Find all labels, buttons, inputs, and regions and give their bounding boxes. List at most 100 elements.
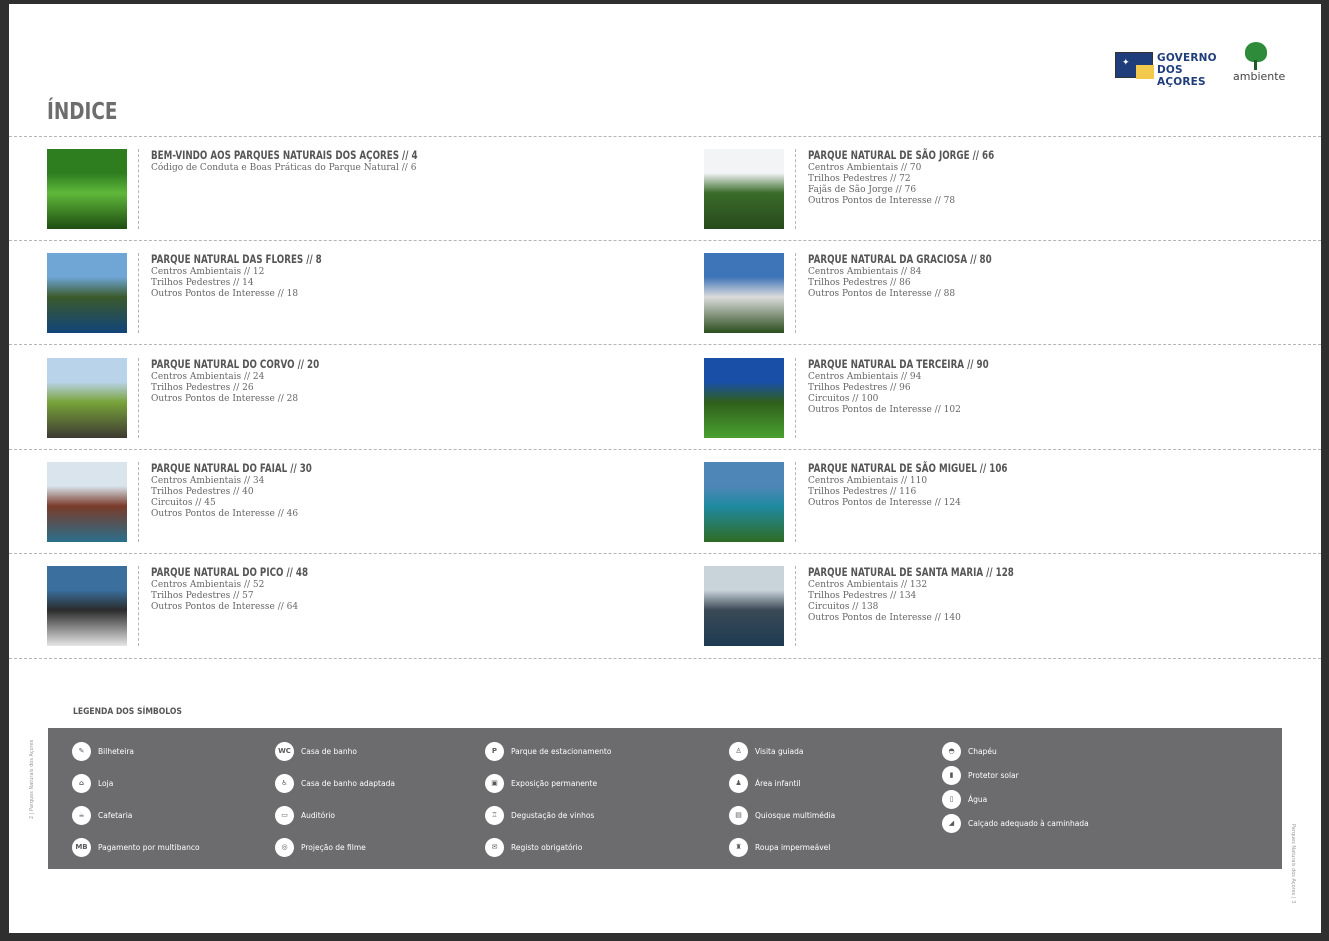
entry-heading[interactable]: PARQUE NATURAL DO CORVO // 20 [151,358,319,372]
index-entry[interactable]: PARQUE NATURAL DE SÃO MIGUEL // 106 Centr… [704,462,1304,542]
entry-heading[interactable]: PARQUE NATURAL DE SÃO MIGUEL // 106 [808,462,1007,476]
entry-heading[interactable]: PARQUE NATURAL DAS FLORES // 8 [151,253,322,267]
basket-icon: ⌂ [72,774,91,793]
hiking-shoe-icon: ◢ [942,814,961,833]
vertical-divider [138,358,139,438]
entry-subitem[interactable]: Centros Ambientais // 34 [151,476,363,487]
entry-heading[interactable]: BEM-VINDO AOS PARQUES NATURAIS DOS AÇORE… [151,149,418,163]
entry-subitem[interactable]: Trilhos Pedestres // 134 [808,591,1079,602]
ticket-icon: ✎ [72,742,91,761]
entry-thumbnail [47,566,127,646]
dashed-divider [9,136,1321,137]
entry-subitem[interactable]: Trilhos Pedestres // 86 [808,278,1050,289]
legend-label: Registo obrigatório [511,843,583,852]
entry-subitem[interactable]: Outros Pontos de Interesse // 88 [808,289,1050,300]
azores-flag-icon: ✦ [1115,52,1154,79]
entry-subitem[interactable]: Trilhos Pedestres // 40 [151,487,363,498]
entry-subitem[interactable]: Outros Pontos de Interesse // 28 [151,394,372,405]
index-entry[interactable]: PARQUE NATURAL DA TERCEIRA // 90 Centros … [704,358,1304,438]
entry-subitem[interactable]: Centros Ambientais // 52 [151,580,358,591]
legend-label: Loja [98,779,114,788]
wc-icon: WC [275,742,294,761]
index-entry[interactable]: PARQUE NATURAL DE SÃO JORGE // 66 Centros… [704,149,1304,229]
index-entry[interactable]: BEM-VINDO AOS PARQUES NATURAIS DOS AÇORE… [47,149,647,229]
entry-thumbnail [704,566,784,646]
entry-subitem[interactable]: Outros Pontos de Interesse // 140 [808,613,1079,624]
legend-label: Pagamento por multibanco [98,843,200,852]
entry-heading[interactable]: PARQUE NATURAL DO PICO // 48 [151,566,308,580]
index-entry[interactable]: PARQUE NATURAL DO CORVO // 20 Centros Amb… [47,358,647,438]
legend-label: Casa de banho adaptada [301,779,395,788]
entry-subitem[interactable]: Circuitos // 100 [808,394,1046,405]
parking-icon: P [485,742,504,761]
entry-heading[interactable]: PARQUE NATURAL DA TERCEIRA // 90 [808,358,989,372]
water-bottle-icon: ▯ [942,790,961,809]
entry-subitem[interactable]: Outros Pontos de Interesse // 64 [151,602,358,613]
entry-subitem[interactable]: Outros Pontos de Interesse // 46 [151,509,363,520]
entry-subitem[interactable]: Centros Ambientais // 110 [808,476,1070,487]
entry-subitem[interactable]: Centros Ambientais // 94 [808,372,1046,383]
legend-label: Auditório [301,811,336,820]
vertical-divider [795,462,796,542]
entry-heading[interactable]: PARQUE NATURAL DA GRACIOSA // 80 [808,253,992,267]
legend-label: Cafetaria [98,811,133,820]
gov-logo-line1: GOVERNO [1157,52,1217,64]
index-entry[interactable]: PARQUE NATURAL DO FAIAL // 30 Centros Amb… [47,462,647,542]
index-page: ✦ GOVERNO DOS AÇORES ambiente ÍNDICE BEM… [9,4,1321,933]
entry-subitem[interactable]: Outros Pontos de Interesse // 78 [808,196,1053,207]
entry-subitem[interactable]: Centros Ambientais // 132 [808,580,1079,591]
entry-subitem[interactable]: Circuitos // 138 [808,602,1079,613]
entry-subitem[interactable]: Outros Pontos de Interesse // 18 [151,289,376,300]
vertical-divider [138,253,139,333]
entry-subitem[interactable]: Trilhos Pedestres // 57 [151,591,358,602]
entry-heading[interactable]: PARQUE NATURAL DE SÃO JORGE // 66 [808,149,994,163]
entry-subitem[interactable]: Trilhos Pedestres // 96 [808,383,1046,394]
exhibition-icon: ▣ [485,774,504,793]
entry-subitem[interactable]: Trilhos Pedestres // 72 [808,174,1053,185]
index-entry[interactable]: PARQUE NATURAL DA GRACIOSA // 80 Centros … [704,253,1304,333]
wc-accessible-icon: ♿ [275,774,294,793]
dashed-divider [9,240,1321,241]
entry-subitem[interactable]: Centros Ambientais // 84 [808,267,1050,278]
index-entry[interactable]: PARQUE NATURAL DO PICO // 48 Centros Ambi… [47,566,647,646]
entry-thumbnail [47,149,127,229]
entry-subitem[interactable]: Centros Ambientais // 70 [808,163,1053,174]
auditorium-icon: ▭ [275,806,294,825]
kids-area-icon: ♟ [729,774,748,793]
entry-subitem[interactable]: Centros Ambientais // 12 [151,267,376,278]
governo-acores-logo: ✦ GOVERNO DOS AÇORES [1115,50,1229,88]
entry-thumbnail [47,462,127,542]
entry-subitem[interactable]: Trilhos Pedestres // 14 [151,278,376,289]
entry-subitem[interactable]: Outros Pontos de Interesse // 124 [808,498,1070,509]
coffee-icon: ☕ [72,806,91,825]
wine-icon: ♖ [485,806,504,825]
legend-title: LEGENDA DOS SÍMBOLOS [73,707,182,717]
dashed-divider [9,553,1321,554]
legend-label: Projeção de filme [301,843,366,852]
hat-icon: ◓ [942,742,961,761]
vertical-divider [795,253,796,333]
index-entry[interactable]: PARQUE NATURAL DAS FLORES // 8 Centros Am… [47,253,647,333]
entry-thumbnail [47,358,127,438]
entry-subitem[interactable]: Código de Conduta e Boas Práticas do Par… [151,163,502,174]
entry-subitem[interactable]: Outros Pontos de Interesse // 102 [808,405,1046,416]
legend-label: Degustação de vinhos [511,811,595,820]
entry-subitem[interactable]: Trilhos Pedestres // 116 [808,487,1070,498]
entry-subitem[interactable]: Centros Ambientais // 24 [151,372,372,383]
legend-label: Bilheteira [98,747,134,756]
legend-label: Protetor solar [968,771,1019,780]
legend-label: Casa de banho [301,747,357,756]
legend-label: Área infantil [755,779,801,788]
entry-thumbnail [704,358,784,438]
entry-thumbnail [704,149,784,229]
guided-visit-icon: ♙ [729,742,748,761]
entry-heading[interactable]: PARQUE NATURAL DO FAIAL // 30 [151,462,312,476]
entry-subitem[interactable]: Fajãs de São Jorge // 76 [808,185,1053,196]
gov-logo-line2: DOS AÇORES [1157,64,1206,88]
index-entry[interactable]: PARQUE NATURAL DE SANTA MARIA // 128 Cent… [704,566,1304,646]
entry-heading[interactable]: PARQUE NATURAL DE SANTA MARIA // 128 [808,566,1014,580]
ambiente-logo: ambiente [1231,42,1287,88]
ambiente-logo-text: ambiente [1233,70,1286,83]
entry-subitem[interactable]: Circuitos // 45 [151,498,363,509]
entry-subitem[interactable]: Trilhos Pedestres // 26 [151,383,372,394]
